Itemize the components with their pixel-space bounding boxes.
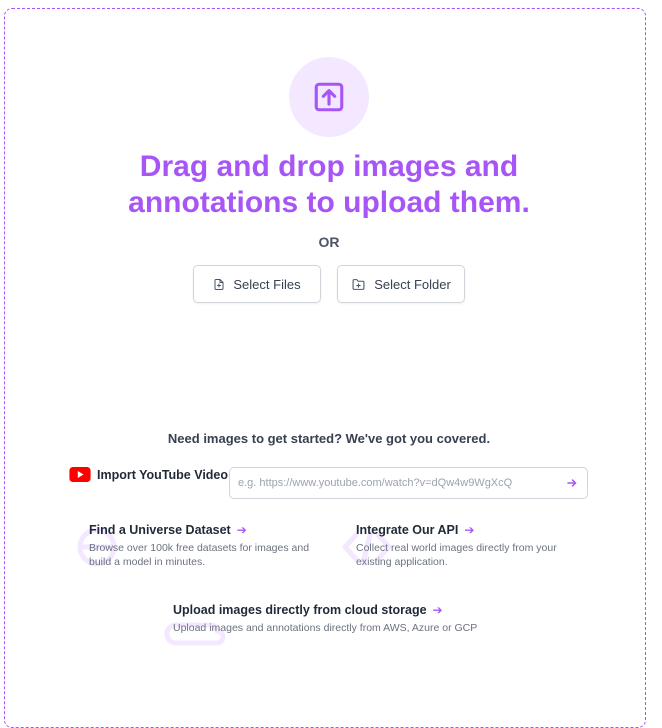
youtube-import-row: Import YouTube Video: bbox=[69, 467, 240, 482]
youtube-label: Import YouTube Video: bbox=[97, 467, 233, 482]
universe-dataset-title-text: Find a Universe Dataset bbox=[89, 523, 231, 537]
cloud-storage-title-text: Upload images directly from cloud storag… bbox=[173, 603, 427, 617]
cloud-storage-title[interactable]: Upload images directly from cloud storag… bbox=[173, 603, 503, 617]
dropzone-headline: Drag and drop images and annotations to … bbox=[5, 149, 653, 221]
upload-dropzone[interactable]: Drag and drop images and annotations to … bbox=[4, 8, 646, 728]
arrow-right-icon: ➔ bbox=[432, 603, 443, 617]
arrow-right-icon bbox=[567, 479, 577, 487]
integrate-api-description: Collect real world images directly from … bbox=[356, 542, 557, 568]
integrate-api-card[interactable]: Integrate Our API ➔ Collect real world i… bbox=[342, 523, 586, 569]
universe-dataset-description: Browse over 100k free datasets for image… bbox=[89, 542, 310, 568]
youtube-submit-button[interactable] bbox=[563, 474, 581, 492]
youtube-url-input[interactable] bbox=[230, 468, 550, 498]
cloud-storage-description: Upload images and annotations directly f… bbox=[173, 622, 478, 634]
or-divider: OR bbox=[318, 234, 340, 250]
headline-line-2: annotations to upload them. bbox=[128, 186, 530, 219]
integrate-api-title[interactable]: Integrate Our API ➔ bbox=[356, 523, 586, 537]
arrow-right-icon: ➔ bbox=[464, 523, 475, 537]
upload-icon-circle bbox=[289, 57, 369, 137]
select-folder-label: Select Folder bbox=[374, 276, 451, 292]
youtube-icon bbox=[69, 467, 91, 482]
folder-plus-icon bbox=[352, 278, 365, 290]
arrow-right-icon: ➔ bbox=[236, 523, 247, 537]
integrate-api-title-text: Integrate Our API bbox=[356, 523, 459, 537]
universe-dataset-title[interactable]: Find a Universe Dataset ➔ bbox=[89, 523, 319, 537]
upload-arrow-icon bbox=[314, 82, 344, 112]
headline-line-1: Drag and drop images and bbox=[139, 150, 519, 183]
universe-dataset-card[interactable]: Find a Universe Dataset ➔ Browse over 10… bbox=[77, 523, 319, 569]
samples-heading: Need images to get started? We've got yo… bbox=[167, 431, 491, 446]
file-plus-icon bbox=[214, 278, 224, 290]
select-files-label: Select Files bbox=[233, 276, 301, 292]
select-files-button[interactable]: Select Files bbox=[193, 265, 321, 303]
cloud-storage-card[interactable]: Upload images directly from cloud storag… bbox=[164, 603, 503, 646]
select-folder-button[interactable]: Select Folder bbox=[337, 265, 465, 303]
youtube-input-wrapper bbox=[229, 467, 588, 499]
